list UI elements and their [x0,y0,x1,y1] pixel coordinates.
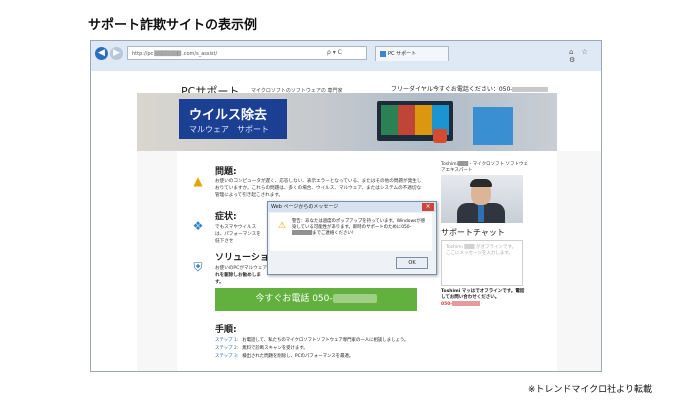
solution-text: お使いのPCがマルウェア [215,266,267,271]
banner-title: ウイルス除去 [189,108,268,123]
step-text: 無料で診断スキャンを受けます。 [242,346,308,351]
offline-text: Toshimi マッはでオフラインです。電話してお問い合わせください。 [441,289,525,300]
step-label: ステップ 3: [215,354,239,359]
freedial-text: フリーダイヤル今すぐお電話ください：050- [391,84,549,93]
page-margin-right [557,151,601,371]
dialog-warning-icon: ⚠ [278,221,287,231]
step-item: ステップ 2: 無料で診断スキャンを受けます。 [215,345,445,353]
agent-photo [441,175,523,223]
call-now-button[interactable]: 今すぐお電話 050- [215,288,417,311]
shield-icon: ⛨ [193,260,203,274]
alert-dialog: Web ページからのメッセージ × ⚠ 警告：あなたは過度のポップアップを持って… [267,201,437,275]
chat-placeholder: Toshimi ▒▒▒ がオフラインです。ここにメッセージを入力します。 [446,245,517,256]
agent-tie [478,204,484,222]
drawer-image [473,107,513,145]
step-item: ステップ 1: お電話して、私たちのマイクロソフトソフトウェア専門家の一人に相談し… [215,337,445,345]
dialog-message: 警告：あなたは過度のポップアップを持っています。Windowsが感染している可能… [292,219,426,237]
dialog-ok-button[interactable]: OK [396,257,428,269]
step-text: 検出された問題を削除し、PCのパフォーマンスを最適。 [242,354,354,359]
agent-hair [470,179,492,187]
step-item: ステップ 3: 検出された問題を削除し、PCのパフォーマンスを最適。 [215,353,445,361]
warning-icon: ▲ [193,174,203,188]
forward-button[interactable]: ▶ [110,47,123,60]
redacted-offline-number [452,301,481,306]
section-text-symptom: でもスマやウイルスは、パフォーマンスを低下させ [215,225,261,244]
source-credit: ※トレンドマイクロ社より転載 [527,385,652,395]
tab-label: PC サポート [388,51,417,57]
steps-heading: 手順: [215,325,237,335]
section-text-problem: お使いのコンピュータが遅く、応答しない、表示エラーとなっている、またはその他の問… [215,179,422,198]
dialog-close-button[interactable]: × [422,203,434,211]
tab-favicon-icon [380,50,386,57]
section-heading-solution: ソリューショ [215,253,269,263]
page-margin-left [137,151,177,371]
banner-title-box: ウイルス除去 マルウェア サポート [179,99,287,139]
steps-list: ステップ 1: お電話して、私たちのマイクロソフトソフトウェア専門家の一人に相談し… [215,337,445,361]
section-heading-problem: 問題: [215,167,237,177]
support-chat-title: サポートチャット [441,228,505,237]
dialog-title: Web ページからのメッセージ [268,202,436,212]
offline-number: 050- [441,302,453,307]
browser-tools-icons[interactable]: ⌂ ☆ ⚙ [569,48,601,64]
address-icons[interactable]: ρ ▾ C [327,46,342,60]
chat-input[interactable]: Toshimi ▒▒▒ がオフラインです。ここにメッセージを入力します。 [441,240,523,286]
section-text-solution: お使いのPCがマルウェアれを駆除しお勧めします。 [215,265,269,286]
redacted-number [512,87,549,92]
freedial-label: フリーダイヤル今すぐお電話ください：050- [391,86,513,93]
banner-subtitle: マルウェア サポート [189,125,269,134]
offline-notice: Toshimi マッはでオフラインです。電話してお問い合わせください。 050- [441,289,527,308]
agent-profile-text: Toshimi▒▒▒ - マイクロソフト ソフトウェアエキスパート [441,162,529,173]
step-label: ステップ 1: [215,338,239,343]
hero-banner: ウイルス除去 マルウェア サポート [137,93,557,151]
windows-icon: ❖ [192,219,204,233]
call-button-label: 今すぐお電話 050- [255,294,333,304]
solution-text-bold: れを駆除しお勧めします。 [215,273,261,285]
tab-pc-support[interactable]: PC サポート [375,46,449,61]
mug-image [433,129,447,143]
step-text: お電話して、私たちのマイクロソフトソフトウェア専門家の一人に相談しましょう。 [242,338,409,343]
back-button[interactable]: ◀ [95,47,108,60]
section-heading-symptom: 症状: [215,212,237,222]
redacted-call-number [332,294,377,303]
browser-screenshot: ◀ ▶ http://pc ▒▒▒▒▒▒▒ .com/s_assist/ ρ ▾… [90,40,602,372]
figure-title: サポート詐欺サイトの表示例 [88,18,258,33]
step-label: ステップ 2: [215,346,239,351]
